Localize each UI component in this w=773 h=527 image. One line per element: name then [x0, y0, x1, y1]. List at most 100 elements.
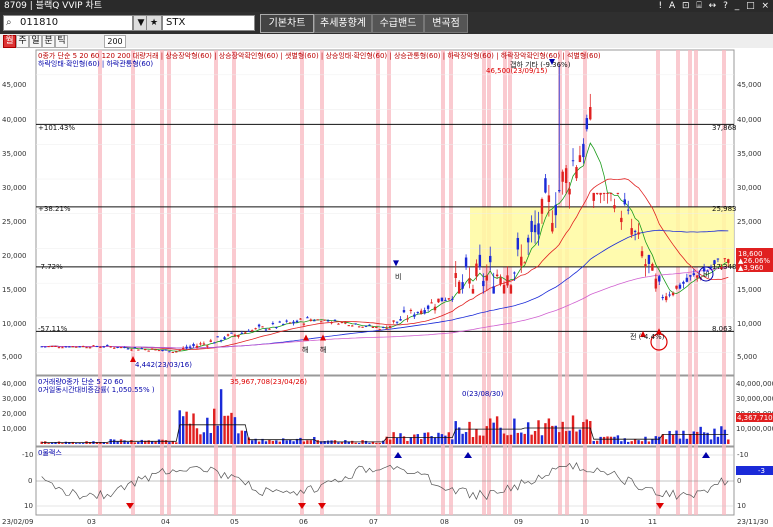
volume-legend-line1: 0거래량0종가 단순 5 20 60: [38, 377, 123, 386]
volume-bar: [585, 419, 589, 444]
candle-body: [392, 320, 395, 322]
title-bar: 8709 | 블랙Q VVIP 차트 ! A ⊡ ⌸ ↔ ? _ □ ×: [0, 0, 773, 12]
candle-body: [609, 192, 613, 194]
price-tick-right-5000: 5,000: [737, 353, 757, 361]
volume-bar: [75, 443, 78, 444]
tab-trend-vane[interactable]: 추세풍향계: [314, 14, 372, 33]
volume-bar: [275, 440, 278, 444]
volume-bar: [457, 427, 461, 444]
volume-bar: [727, 439, 730, 444]
osc-legend: 0물랙스: [38, 448, 62, 457]
volume-bar: [192, 413, 195, 444]
candle-body: [43, 346, 47, 348]
candle-body: [71, 346, 74, 348]
period-day-button[interactable]: 일: [29, 35, 42, 48]
candle-body: [319, 321, 323, 323]
candle-body: [123, 347, 126, 349]
candle-body: [47, 346, 50, 348]
level-label-2: +38.21%: [38, 205, 71, 213]
volume-bar: [213, 408, 216, 444]
candle-body: [509, 285, 513, 294]
candle-body: [506, 275, 509, 286]
chart-area[interactable]: 0종가 단순 5 20 60 120 200 대량거래 | 상승장악형(60) …: [0, 48, 773, 527]
stock-code-input[interactable]: ⌕ 011810: [3, 15, 133, 31]
volume-bar: [547, 418, 551, 444]
volume-bar: [551, 425, 554, 444]
candle-body: [627, 209, 630, 211]
x-month-04: 04: [161, 518, 170, 526]
candle-body: [464, 257, 468, 268]
candle-body: [250, 330, 254, 332]
window-controls[interactable]: ! A ⊡ ⌸ ↔ ? _ □ ×: [659, 0, 771, 12]
candle-body: [99, 346, 102, 348]
candle-body: [378, 329, 382, 331]
candle-body: [568, 188, 571, 195]
tab-basic-chart[interactable]: 기본차트: [260, 14, 314, 33]
volume-bar: [137, 441, 140, 444]
candle-body: [292, 321, 295, 324]
volume-bar: [409, 437, 413, 444]
candle-body: [471, 288, 475, 294]
pattern-band-6: [232, 50, 236, 515]
volume-bar: [423, 432, 426, 444]
volume-bar: [568, 430, 571, 444]
candle-body: [671, 293, 675, 296]
volume-bar: [195, 428, 199, 444]
candle-body: [188, 346, 192, 348]
volume-bar: [106, 442, 109, 444]
period-month-button[interactable]: 월: [3, 35, 16, 48]
volume-bar: [40, 441, 43, 444]
period-tick-button[interactable]: 틱: [55, 35, 68, 48]
candle-body: [150, 348, 154, 350]
candle-body: [633, 230, 637, 232]
candle-body: [95, 346, 99, 348]
volume-bar: [520, 432, 523, 444]
price-tick-35000: 35,000: [2, 150, 27, 158]
price-tick-30000: 30,000: [2, 184, 27, 192]
candle-body: [685, 277, 689, 282]
period-count-input[interactable]: 200: [104, 35, 126, 48]
candle-body: [478, 254, 482, 268]
candle-body: [595, 192, 599, 194]
volume-bar: [651, 438, 654, 444]
candle-body: [364, 325, 368, 327]
candle-body: [647, 255, 651, 264]
candle-body: [275, 327, 278, 329]
period-week-button[interactable]: 주: [16, 35, 29, 48]
candle-body: [109, 346, 112, 348]
volume-bar: [271, 440, 275, 444]
candle-body: [602, 192, 606, 194]
pattern-band-12: [449, 50, 453, 515]
volume-bar: [575, 431, 578, 444]
x-month-06: 06: [299, 518, 308, 526]
period-minute-button[interactable]: 분: [42, 35, 55, 48]
candle-body: [433, 306, 437, 311]
favorite-star-icon[interactable]: ★: [146, 15, 162, 31]
candle-body: [406, 318, 409, 320]
volume-bar: [558, 432, 561, 444]
candle-body: [678, 284, 682, 289]
volume-bar: [523, 433, 526, 444]
pattern-band-17: [558, 50, 562, 515]
candle-body: [75, 346, 78, 348]
candle-body: [437, 298, 440, 303]
candle-body: [454, 273, 457, 279]
candle-body: [237, 334, 240, 337]
annotation-circle: 전 (-4.4%): [630, 332, 665, 341]
candle-body: [440, 297, 444, 302]
marker-hae-1: 해: [302, 345, 308, 354]
tab-inflection[interactable]: 변곡점: [424, 14, 468, 33]
volume-bar: [185, 411, 188, 444]
candle-body: [516, 237, 520, 250]
candle-body: [85, 347, 88, 349]
candle-body: [40, 346, 43, 348]
volume-bar: [116, 441, 119, 444]
volume-bar: [351, 440, 354, 444]
candle-body: [485, 275, 488, 281]
search-icon[interactable]: ⌕: [6, 16, 12, 30]
stock-name-field[interactable]: STX: [162, 15, 255, 31]
volume-bar: [299, 437, 302, 444]
candle-body: [344, 322, 347, 324]
candle-body: [554, 204, 557, 216]
tab-supply-band[interactable]: 수급밴드: [372, 14, 424, 33]
